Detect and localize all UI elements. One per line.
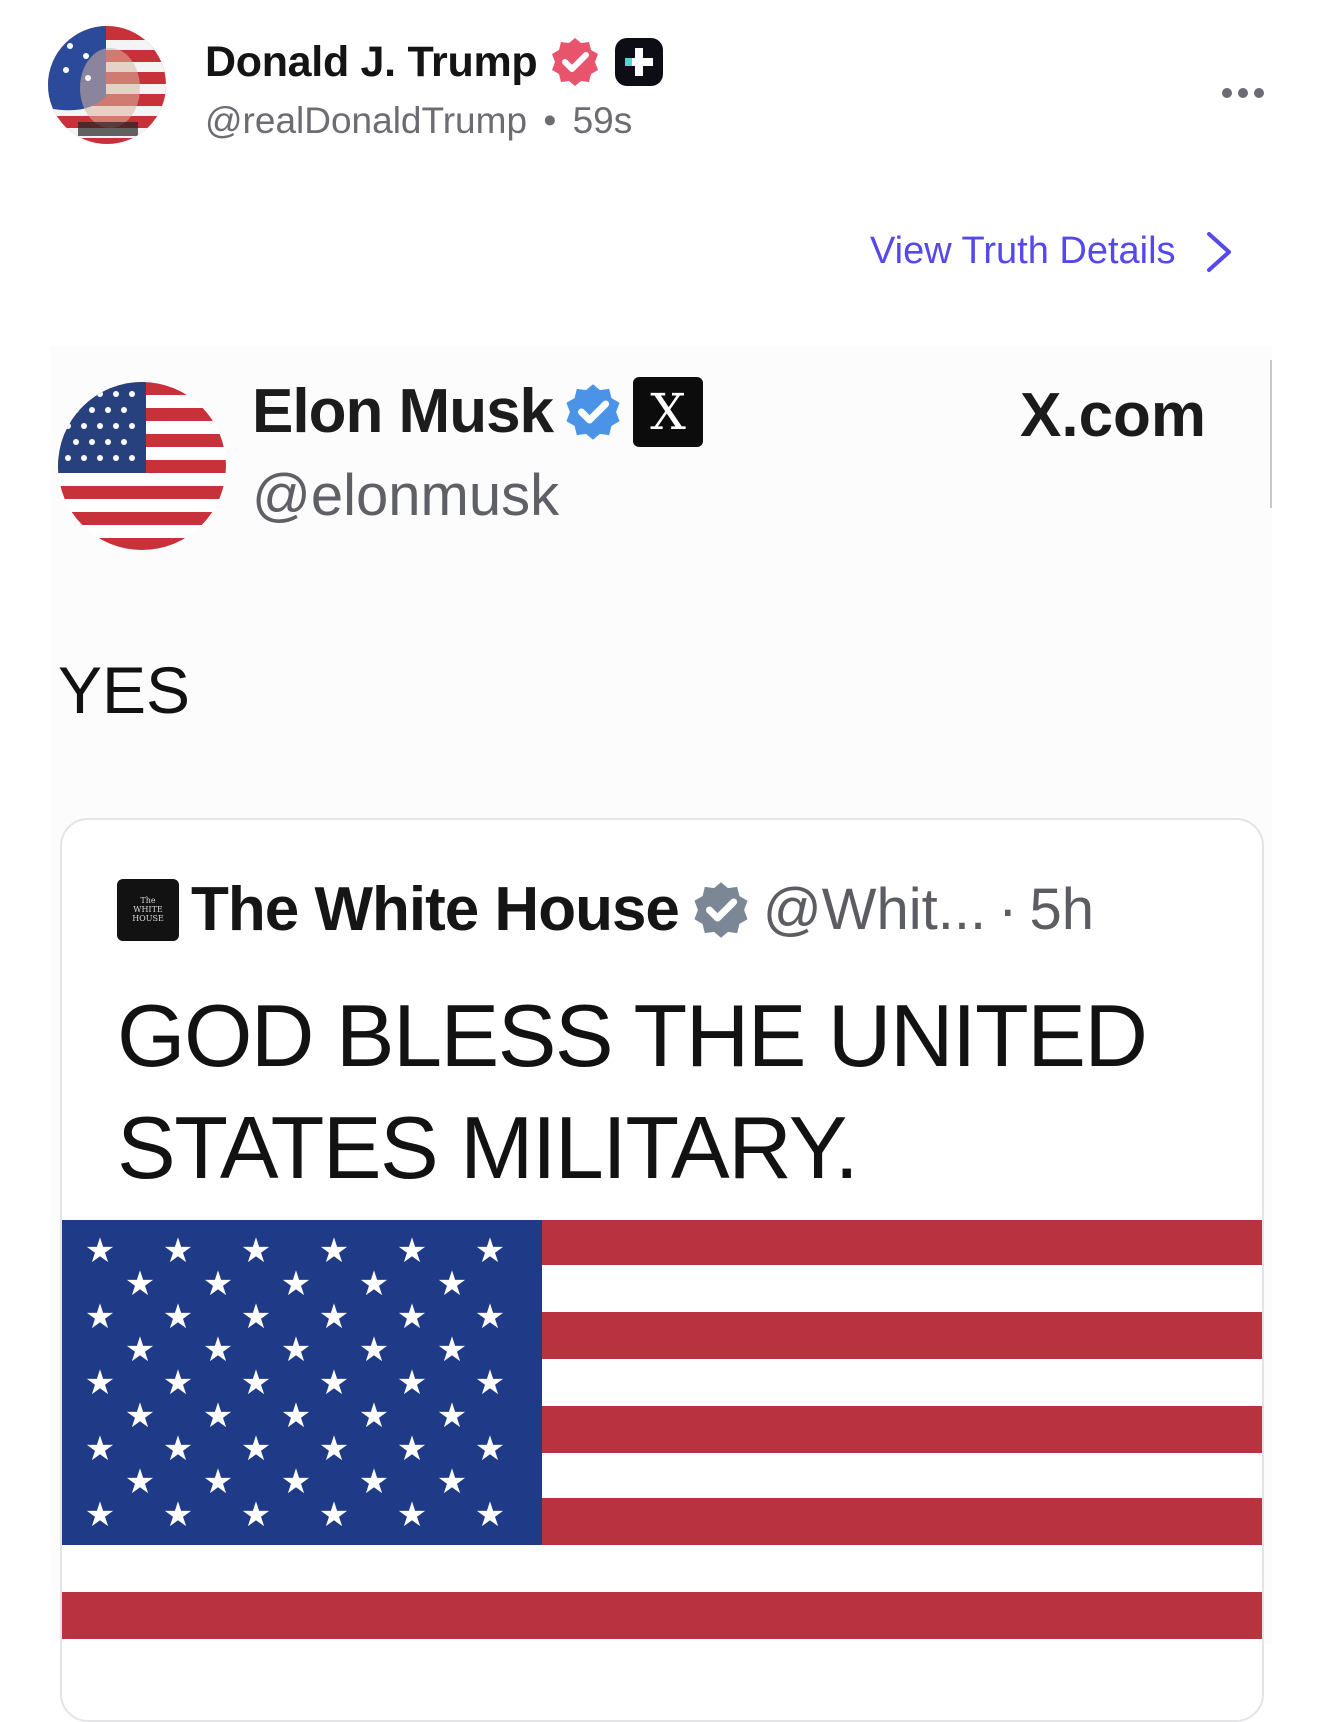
logo-line: HOUSE xyxy=(132,914,164,923)
flag-star-icon: ★ xyxy=(163,1363,193,1403)
flag-star-icon: ★ xyxy=(85,1297,115,1337)
embedded-author-avatar xyxy=(58,382,226,550)
flag-star-icon: ★ xyxy=(85,1231,115,1271)
quoted-author-name: The White House xyxy=(191,875,680,944)
flag-star-icon: ★ xyxy=(125,1330,155,1370)
truth-plus-icon xyxy=(613,36,665,88)
flag-star-icon: ★ xyxy=(85,1495,115,1535)
flag-star-icon: ★ xyxy=(397,1231,427,1271)
quoted-dot: · xyxy=(998,877,1018,942)
quoted-author-handle: @Whit... xyxy=(762,877,987,942)
flag-star-icon: ★ xyxy=(163,1231,193,1271)
flag-star-icon: ★ xyxy=(241,1495,271,1535)
flag-star-icon: ★ xyxy=(281,1462,311,1502)
author-handle[interactable]: @realDonaldTrump xyxy=(205,100,527,141)
embedded-post-text: YES xyxy=(58,653,191,727)
flag-star-icon: ★ xyxy=(475,1231,505,1271)
x-logo-icon: X xyxy=(633,376,704,447)
flag-star-icon: ★ xyxy=(203,1462,233,1502)
flag-star-icon: ★ xyxy=(241,1297,271,1337)
white-house-logo-icon: The WHITE HOUSE xyxy=(117,878,179,941)
flag-star-icon: ★ xyxy=(319,1297,349,1337)
flag-star-icon: ★ xyxy=(125,1462,155,1502)
post-timestamp[interactable]: 59s xyxy=(573,100,633,141)
flag-star-icon: ★ xyxy=(397,1363,427,1403)
flag-star-icon: ★ xyxy=(203,1396,233,1436)
flag-star-icon: ★ xyxy=(281,1396,311,1436)
flag-star-icon: ★ xyxy=(203,1264,233,1304)
flag-star-icon: ★ xyxy=(125,1396,155,1436)
flag-star-icon: ★ xyxy=(475,1363,505,1403)
flag-star-icon: ★ xyxy=(163,1495,193,1535)
flag-star-icon: ★ xyxy=(475,1429,505,1469)
flag-star-icon: ★ xyxy=(281,1330,311,1370)
flag-star-icon: ★ xyxy=(437,1330,467,1370)
embedded-author-name: Elon Musk xyxy=(252,377,554,446)
author-name[interactable]: Donald J. Trump xyxy=(205,38,538,87)
flag-star-icon: ★ xyxy=(203,1330,233,1370)
quoted-post-card: The WHITE HOUSE The White House @Whit...… xyxy=(60,818,1264,1722)
flag-star-icon: ★ xyxy=(241,1231,271,1271)
verified-badge-icon xyxy=(549,36,601,88)
more-dot xyxy=(1222,88,1232,98)
chevron-right-icon xyxy=(1206,231,1231,272)
more-dot xyxy=(1238,88,1248,98)
flag-star-icon: ★ xyxy=(437,1264,467,1304)
flag-star-icon: ★ xyxy=(241,1363,271,1403)
us-flag-avatar-icon xyxy=(58,382,226,550)
flag-star-icon: ★ xyxy=(85,1429,115,1469)
flag-star-icon: ★ xyxy=(359,1396,389,1436)
flag-star-icon: ★ xyxy=(85,1363,115,1403)
flag-star-icon: ★ xyxy=(397,1297,427,1337)
flag-star-icon: ★ xyxy=(359,1462,389,1502)
flag-star-icon: ★ xyxy=(163,1297,193,1337)
avatar-image xyxy=(48,26,166,144)
logo-line: The xyxy=(140,896,156,905)
meta-separator: • xyxy=(543,100,557,141)
flag-star-icon: ★ xyxy=(359,1330,389,1370)
us-flag-image: ★ ★ ★ ★ ★ ★★ ★ ★ ★ ★★ ★ ★ ★ ★ ★★ ★ ★ ★ ★★ ★ ★ ★ ★ ★★ ★ ★ ★ ★★ ★ ★ ★ ★ ★★… xyxy=(62,1220,1262,1660)
quoted-author-row: The WHITE HOUSE The White House @Whit...… xyxy=(117,874,1094,945)
author-row: Donald J. Trump xyxy=(205,36,665,88)
x-com-label: X.com xyxy=(1020,381,1207,450)
flag-star-icon: ★ xyxy=(319,1429,349,1469)
author-avatar[interactable] xyxy=(48,26,166,144)
logo-line: WHITE xyxy=(133,905,163,914)
flag-star-icon: ★ xyxy=(319,1495,349,1535)
view-details-label: View Truth Details xyxy=(870,230,1176,272)
flag-star-icon: ★ xyxy=(319,1363,349,1403)
screenshot-edge-line xyxy=(1270,360,1272,508)
flag-star-icon: ★ xyxy=(319,1231,349,1271)
flag-star-icon: ★ xyxy=(359,1264,389,1304)
quoted-time: 5h xyxy=(1029,877,1094,942)
flag-star-icon: ★ xyxy=(241,1429,271,1469)
flag-star-icon: ★ xyxy=(163,1429,193,1469)
grey-verified-icon xyxy=(691,880,751,940)
more-dot xyxy=(1254,88,1264,98)
embedded-author-row: Elon Musk X xyxy=(252,376,704,447)
embedded-author-handle: @elonmusk xyxy=(252,463,560,528)
flag-star-icon: ★ xyxy=(475,1495,505,1535)
flag-star-icon: ★ xyxy=(281,1264,311,1304)
view-truth-details-link[interactable]: View Truth Details xyxy=(870,230,1234,273)
flag-star-icon: ★ xyxy=(437,1396,467,1436)
flag-star-icon: ★ xyxy=(437,1462,467,1502)
flag-star-icon: ★ xyxy=(397,1495,427,1535)
blue-verified-icon xyxy=(563,382,623,442)
flag-star-icon: ★ xyxy=(397,1429,427,1469)
flag-star-icon: ★ xyxy=(475,1297,505,1337)
flag-star-icon: ★ xyxy=(125,1264,155,1304)
quoted-post-text: GOD BLESS THE UNITED STATES MILITARY. xyxy=(117,986,1148,1197)
more-options-button[interactable] xyxy=(1222,84,1270,102)
author-meta: @realDonaldTrump • 59s xyxy=(205,100,632,142)
